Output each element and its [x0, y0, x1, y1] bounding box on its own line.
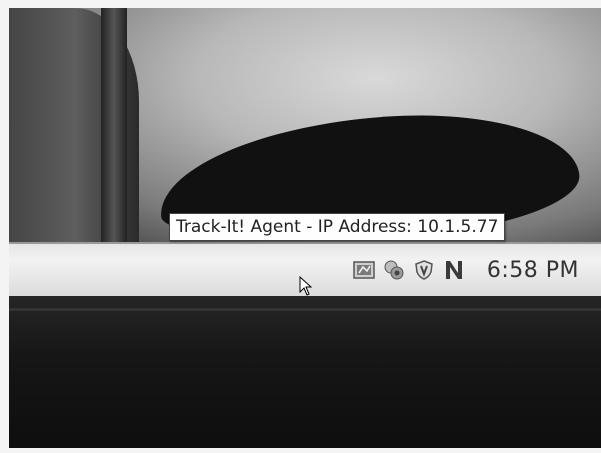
track-it-agent-icon[interactable] — [353, 259, 375, 281]
security-shield-icon[interactable] — [413, 259, 435, 281]
taskbar-clock[interactable]: 6:58 PM — [487, 258, 579, 283]
tray-tooltip: Track-It! Agent - IP Address: 10.1.5.77 — [169, 213, 506, 241]
wallpaper-stem — [101, 8, 127, 242]
monitor-bezel — [9, 296, 601, 448]
desktop-wallpaper — [9, 8, 601, 242]
monitor-screen: 6:58 PM Track-It! Agent - IP Address: 10… — [9, 8, 601, 448]
bezel-edge — [9, 308, 601, 311]
mouse-cursor-icon — [299, 276, 313, 296]
network-connections-icon[interactable] — [383, 259, 405, 281]
n-app-icon[interactable] — [443, 259, 465, 281]
system-tray: 6:58 PM — [353, 252, 579, 288]
